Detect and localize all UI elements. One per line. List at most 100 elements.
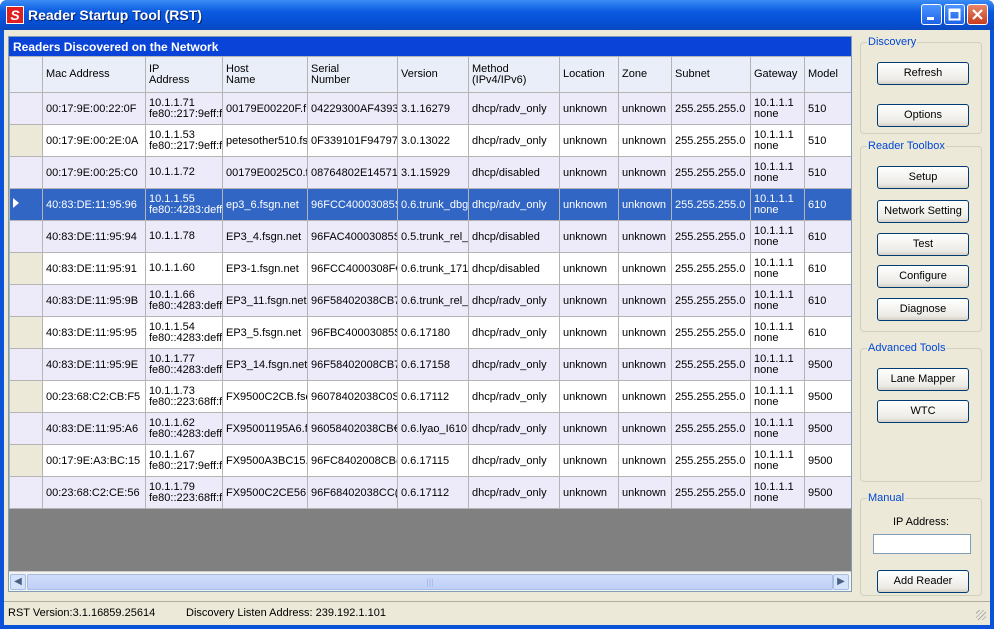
cell-method[interactable]: dhcp/radv_only <box>468 284 560 317</box>
cell-location[interactable]: unknown <box>559 348 619 381</box>
cell-ip[interactable]: 10.1.1.55 fe80::4283:deff <box>145 188 223 221</box>
cell-serial[interactable]: 96FCC40003085S <box>307 188 398 221</box>
cell-version[interactable]: 0.6.17115 <box>397 444 469 477</box>
cell-gw[interactable]: 10.1.1.1 none <box>750 252 805 285</box>
cell-mac[interactable]: 00:17:9E:00:22:0F <box>42 92 146 125</box>
column-header[interactable]: Subnet <box>671 56 751 93</box>
scroll-right-button[interactable]: ▶ <box>833 574 849 590</box>
cell-gw[interactable]: 10.1.1.1 none <box>750 156 805 189</box>
cell-subnet[interactable]: 255.255.255.0 <box>671 380 751 413</box>
cell-ip[interactable]: 10.1.1.53 fe80::217:9eff:f <box>145 124 223 157</box>
cell-location[interactable]: unknown <box>559 124 619 157</box>
column-header[interactable]: Method (IPv4/IPv6) <box>468 56 560 93</box>
cell-mac[interactable]: 00:17:9E:00:25:C0 <box>42 156 146 189</box>
scrollbar-thumb[interactable]: ||| <box>27 574 833 590</box>
cell-ip[interactable]: 10.1.1.67 fe80::217:9eff:f <box>145 444 223 477</box>
cell-version[interactable]: 3.1.16279 <box>397 92 469 125</box>
cell-host[interactable]: EP3_5.fsgn.net <box>222 316 308 349</box>
cell-serial[interactable]: 04229300AF4393 <box>307 92 398 125</box>
cell-version[interactable]: 0.6.trunk_dbg <box>397 188 469 221</box>
cell-serial[interactable]: 96FAC40003085S <box>307 220 398 253</box>
cell-subnet[interactable]: 255.255.255.0 <box>671 220 751 253</box>
add-reader-button[interactable]: Add Reader <box>877 570 969 593</box>
cell-zone[interactable]: unknown <box>618 220 672 253</box>
cell-version[interactable]: 0.6.trunk_171 <box>397 252 469 285</box>
cell-ip[interactable]: 10.1.1.54 fe80::4283:deff <box>145 316 223 349</box>
resize-grip-icon[interactable] <box>976 610 986 620</box>
cell-host[interactable]: FX9500C2CB.fsc <box>222 380 308 413</box>
table-row[interactable]: 00:17:9E:A3:BC:15 10.1.1.67 fe80::217:9eff… <box>9 444 851 477</box>
cell-method[interactable]: dhcp/radv_only <box>468 444 560 477</box>
cell-method[interactable]: dhcp/radv_only <box>468 412 560 445</box>
cell-location[interactable]: unknown <box>559 156 619 189</box>
cell-serial[interactable]: 96F58402038CB7 <box>307 284 398 317</box>
table-row[interactable]: 00:23:68:C2:CB:F5 10.1.1.73 fe80::223:68ff… <box>9 380 851 413</box>
cell-host[interactable]: EP3_11.fsgn.net <box>222 284 308 317</box>
column-header[interactable]: Location <box>559 56 619 93</box>
cell-subnet[interactable]: 255.255.255.0 <box>671 252 751 285</box>
table-row[interactable]: 40:83:DE:11:95:94 10.1.1.78 EP3_4.fsgn.net… <box>9 220 851 253</box>
row-selector[interactable] <box>9 92 43 125</box>
cell-host[interactable]: FX95001195A6.f <box>222 412 308 445</box>
cell-version[interactable]: 3.1.15929 <box>397 156 469 189</box>
close-button[interactable] <box>967 4 988 25</box>
cell-gw[interactable]: 10.1.1.1 none <box>750 444 805 477</box>
row-selector[interactable] <box>9 380 43 413</box>
cell-version[interactable]: 3.0.13022 <box>397 124 469 157</box>
row-selector[interactable] <box>9 124 43 157</box>
cell-model[interactable]: 610 <box>804 284 851 317</box>
cell-method[interactable]: dhcp/disabled <box>468 252 560 285</box>
cell-model[interactable]: 9500 <box>804 348 851 381</box>
cell-mac[interactable]: 40:83:DE:11:95:9B <box>42 284 146 317</box>
row-selector[interactable] <box>9 252 43 285</box>
cell-location[interactable]: unknown <box>559 444 619 477</box>
cell-subnet[interactable]: 255.255.255.0 <box>671 284 751 317</box>
cell-serial[interactable]: 96FCC4000308F€ <box>307 252 398 285</box>
horizontal-scrollbar[interactable]: ◀ ||| ▶ <box>9 571 851 591</box>
cell-ip[interactable]: 10.1.1.60 <box>145 252 223 285</box>
scroll-left-button[interactable]: ◀ <box>10 574 26 590</box>
cell-gw[interactable]: 10.1.1.1 none <box>750 220 805 253</box>
cell-version[interactable]: 0.6.lyao_I610 <box>397 412 469 445</box>
cell-model[interactable]: 9500 <box>804 444 851 477</box>
cell-ip[interactable]: 10.1.1.71 fe80::217:9eff:f <box>145 92 223 125</box>
cell-model[interactable]: 610 <box>804 252 851 285</box>
cell-location[interactable]: unknown <box>559 316 619 349</box>
cell-gw[interactable]: 10.1.1.1 none <box>750 124 805 157</box>
cell-subnet[interactable]: 255.255.255.0 <box>671 316 751 349</box>
column-header[interactable]: Zone <box>618 56 672 93</box>
cell-zone[interactable]: unknown <box>618 252 672 285</box>
cell-mac[interactable]: 40:83:DE:11:95:91 <box>42 252 146 285</box>
cell-model[interactable]: 510 <box>804 124 851 157</box>
cell-gw[interactable]: 10.1.1.1 none <box>750 476 805 509</box>
cell-serial[interactable]: 96FBC40003085S <box>307 316 398 349</box>
refresh-button[interactable]: Refresh <box>877 62 969 85</box>
cell-host[interactable]: EP3_4.fsgn.net <box>222 220 308 253</box>
row-selector[interactable] <box>9 220 43 253</box>
table-row[interactable]: 40:83:DE:11:95:91 10.1.1.60 EP3-1.fsgn.net… <box>9 252 851 285</box>
cell-host[interactable]: FX9500C2CE56. <box>222 476 308 509</box>
row-selector[interactable] <box>9 316 43 349</box>
cell-location[interactable]: unknown <box>559 188 619 221</box>
table-row[interactable]: 00:17:9E:00:2E:0A 10.1.1.53 fe80::217:9eff… <box>9 124 851 157</box>
row-selector[interactable] <box>9 284 43 317</box>
row-selector[interactable] <box>9 156 43 189</box>
cell-zone[interactable]: unknown <box>618 348 672 381</box>
cell-serial[interactable]: 96078402038C0S <box>307 380 398 413</box>
cell-method[interactable]: dhcp/disabled <box>468 156 560 189</box>
cell-mac[interactable]: 40:83:DE:11:95:9E <box>42 348 146 381</box>
cell-host[interactable]: EP3-1.fsgn.net <box>222 252 308 285</box>
diagnose-button[interactable]: Diagnose <box>877 298 969 321</box>
row-selector[interactable] <box>9 476 43 509</box>
cell-method[interactable]: dhcp/radv_only <box>468 124 560 157</box>
setup-button[interactable]: Setup <box>877 166 969 189</box>
cell-subnet[interactable]: 255.255.255.0 <box>671 188 751 221</box>
table-row[interactable]: 40:83:DE:11:95:A6 10.1.1.62 fe80::4283:def… <box>9 412 851 445</box>
cell-host[interactable]: 00179E00220F.f <box>222 92 308 125</box>
cell-subnet[interactable]: 255.255.255.0 <box>671 348 751 381</box>
cell-mac[interactable]: 00:17:9E:00:2E:0A <box>42 124 146 157</box>
cell-zone[interactable]: unknown <box>618 124 672 157</box>
cell-serial[interactable]: 96F68402038CC( <box>307 476 398 509</box>
row-selector[interactable] <box>9 348 43 381</box>
table-row[interactable]: 00:23:68:C2:CE:56 10.1.1.79 fe80::223:68ff… <box>9 476 851 509</box>
